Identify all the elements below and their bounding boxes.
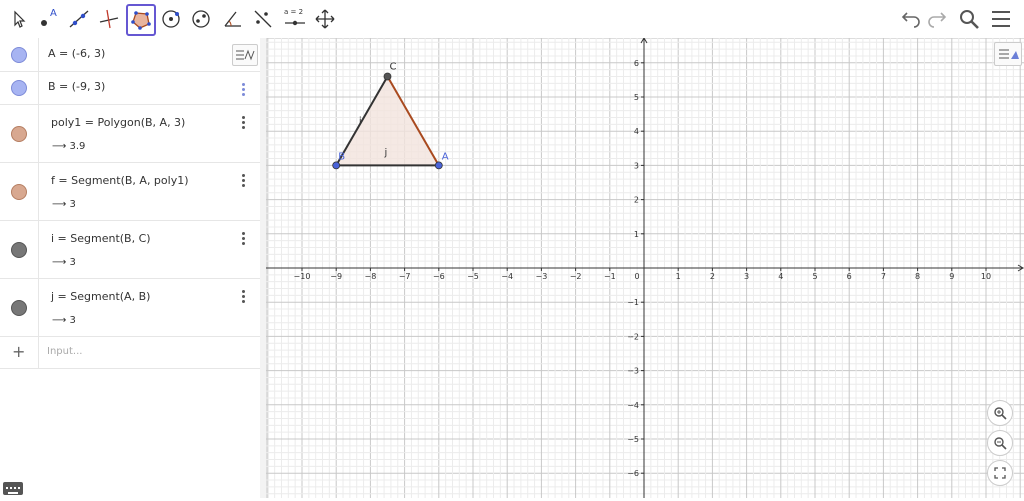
y-tick-label: 1: [634, 230, 639, 239]
x-tick-label: −3: [536, 272, 548, 281]
x-tick-label: 1: [676, 272, 681, 281]
x-tick-label: −6: [433, 272, 445, 281]
search-icon[interactable]: [956, 6, 982, 32]
x-tick-label: 2: [710, 272, 715, 281]
reflect-tool[interactable]: [250, 6, 276, 32]
x-tick-label: −9: [330, 272, 342, 281]
point-label-B: B: [338, 151, 345, 162]
value-i: ⟶ 3: [52, 257, 76, 268]
algebra-item-j[interactable]: j = Segment(A, B) ⟶ 3: [0, 278, 260, 337]
definition-f[interactable]: f = Segment(B, A, poly1): [51, 174, 189, 187]
toolbar: A a = 2: [0, 0, 1024, 39]
visibility-toggle-B[interactable]: [11, 80, 27, 96]
algebra-item-i[interactable]: i = Segment(B, C) ⟶ 3: [0, 220, 260, 279]
zoom-in-icon[interactable]: [987, 400, 1013, 426]
slider-tool-label: a = 2: [284, 8, 304, 16]
visibility-toggle-poly1[interactable]: [11, 126, 27, 142]
algebra-input-row[interactable]: + Input...: [0, 336, 260, 369]
coordinate-grid: −10 −9 −8 −7 −6 −5 −4 −3 −2 −1 0 1 2 3 4 5 6 7 8 9 10654321−…: [266, 38, 1024, 498]
y-tick-label: 6: [634, 59, 639, 68]
x-tick-label: 9: [949, 272, 954, 281]
x-tick-label: 0: [634, 272, 639, 281]
x-tick-label: 6: [847, 272, 852, 281]
value-poly1: ⟶ 3.9: [52, 141, 86, 152]
point-label-A: A: [442, 151, 449, 162]
x-tick-label: 4: [778, 272, 783, 281]
circle-tool[interactable]: [158, 6, 184, 32]
y-tick-label: −6: [627, 469, 639, 478]
y-tick-label: 5: [634, 93, 639, 102]
visibility-toggle-i[interactable]: [11, 242, 27, 258]
graphics-style-icon[interactable]: [994, 42, 1022, 66]
segment-label-j: j: [384, 147, 388, 158]
y-tick-label: 2: [634, 196, 639, 205]
point-A: [434, 161, 443, 170]
fullscreen-icon[interactable]: [987, 460, 1013, 486]
visibility-toggle-f[interactable]: [11, 184, 27, 200]
more-options-icon[interactable]: [242, 174, 246, 187]
redo-icon[interactable]: [924, 6, 950, 32]
algebra-view: A = (-6, 3) B = (-9, 3) poly1 = Polygon(…: [0, 38, 261, 498]
more-options-icon[interactable]: [242, 290, 246, 303]
definition-B[interactable]: B = (-9, 3): [48, 80, 105, 93]
slider-tool[interactable]: a = 2: [282, 6, 308, 32]
algebra-item-poly1[interactable]: poly1 = Polygon(B, A, 3) ⟶ 3.9: [0, 104, 260, 163]
move-graphics-tool[interactable]: [312, 6, 338, 32]
definition-poly1[interactable]: poly1 = Polygon(B, A, 3): [51, 116, 185, 129]
x-tick-label: −10: [294, 272, 311, 281]
y-tick-label: −5: [627, 435, 639, 444]
point-tool[interactable]: A: [36, 6, 62, 32]
algebra-input[interactable]: Input...: [47, 346, 82, 357]
algebra-item-B[interactable]: B = (-9, 3): [0, 71, 260, 105]
point-label-C: C: [390, 61, 397, 72]
visibility-toggle-j[interactable]: [11, 300, 27, 316]
algebra-item-A[interactable]: A = (-6, 3): [0, 38, 260, 72]
keyboard-icon[interactable]: [3, 482, 23, 495]
definition-j[interactable]: j = Segment(A, B): [51, 290, 150, 303]
y-tick-label: −1: [627, 298, 639, 307]
point-B: [332, 161, 341, 170]
x-tick-label: −4: [501, 272, 513, 281]
y-tick-label: −3: [627, 367, 639, 376]
menu-icon[interactable]: [988, 6, 1014, 32]
x-tick-label: 5: [812, 272, 817, 281]
more-options-icon[interactable]: [242, 232, 246, 245]
graphics-view[interactable]: −10 −9 −8 −7 −6 −5 −4 −3 −2 −1 0 1 2 3 4 5 6 7 8 9 10 6 5 4 3 2 1−…: [266, 38, 1024, 498]
y-tick-label: −4: [627, 401, 639, 410]
value-f: ⟶ 3: [52, 199, 76, 210]
add-icon[interactable]: +: [12, 342, 25, 361]
x-tick-label: 7: [881, 272, 886, 281]
more-options-icon[interactable]: [242, 116, 246, 129]
algebra-style-icon[interactable]: [232, 44, 258, 66]
x-tick-label: −7: [399, 272, 411, 281]
angle-tool[interactable]: [220, 6, 246, 32]
x-tick-label: 10: [981, 272, 991, 281]
y-tick-label: −2: [627, 332, 639, 341]
x-tick-label: −8: [365, 272, 377, 281]
x-tick-label: −2: [570, 272, 582, 281]
line-tool[interactable]: [66, 6, 92, 32]
segment-label-i: i: [359, 116, 362, 127]
x-tick-label: 3: [744, 272, 749, 281]
zoom-out-icon[interactable]: [987, 430, 1013, 456]
value-j: ⟶ 3: [52, 315, 76, 326]
algebra-item-f[interactable]: f = Segment(B, A, poly1) ⟶ 3: [0, 162, 260, 221]
definition-A[interactable]: A = (-6, 3): [48, 47, 105, 60]
move-tool[interactable]: [6, 6, 32, 32]
x-tick-label: 8: [915, 272, 920, 281]
more-options-icon[interactable]: [242, 83, 246, 96]
definition-i[interactable]: i = Segment(B, C): [51, 232, 151, 245]
undo-icon[interactable]: [898, 6, 924, 32]
y-tick-label: 3: [634, 161, 639, 170]
y-tick-label: 4: [634, 127, 639, 136]
x-tick-label: −1: [604, 272, 616, 281]
point-C: [383, 72, 392, 81]
visibility-toggle-A[interactable]: [11, 47, 27, 63]
point-tool-label: A: [50, 8, 57, 19]
polygon-tool[interactable]: [126, 4, 156, 36]
conic-tool[interactable]: [188, 6, 214, 32]
perpendicular-line-tool[interactable]: [96, 6, 122, 32]
x-tick-label: −5: [467, 272, 479, 281]
